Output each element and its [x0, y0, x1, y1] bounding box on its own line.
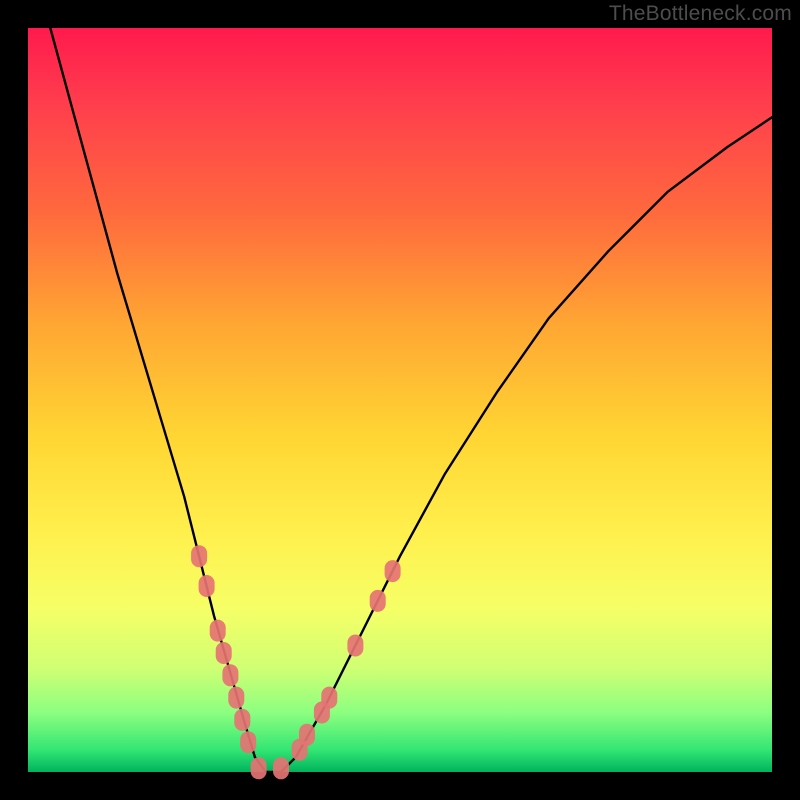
highlight-marker — [370, 590, 386, 612]
highlight-marker — [240, 731, 256, 753]
chart-plot-area — [28, 28, 772, 772]
watermark-text: TheBottleneck.com — [609, 2, 792, 26]
chart-frame: TheBottleneck.com — [0, 0, 800, 800]
highlight-marker — [216, 642, 232, 664]
highlight-marker — [222, 664, 238, 686]
bottleneck-curve-line — [50, 28, 772, 772]
highlight-marker — [234, 709, 250, 731]
highlight-marker — [191, 545, 207, 567]
highlight-marker — [321, 687, 337, 709]
chart-svg — [28, 28, 772, 772]
highlight-marker — [385, 560, 401, 582]
highlight-marker — [347, 635, 363, 657]
highlight-marker — [199, 575, 215, 597]
highlight-marker — [210, 620, 226, 642]
highlight-marker — [251, 757, 267, 779]
highlighted-points-group — [191, 545, 401, 779]
highlight-marker — [299, 724, 315, 746]
highlight-marker — [228, 687, 244, 709]
highlight-marker — [273, 757, 289, 779]
